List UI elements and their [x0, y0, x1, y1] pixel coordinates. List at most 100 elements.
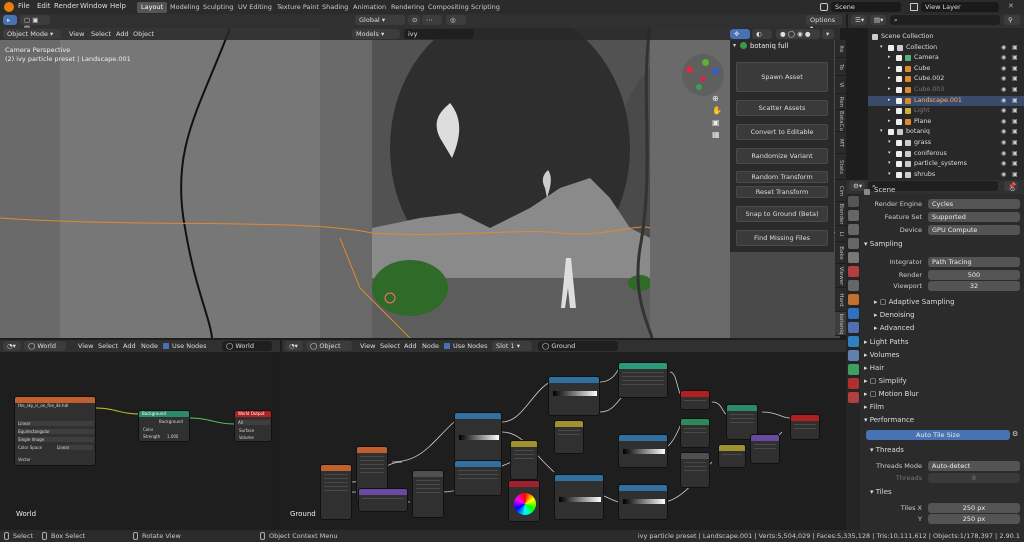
scene-icon[interactable] — [820, 3, 828, 11]
outliner-expand-icon[interactable]: ▸ — [888, 54, 891, 60]
outliner-row[interactable]: ▸ Landscape.001 ◉ ▣ — [868, 95, 1024, 106]
outliner-expand-icon[interactable]: ▾ — [888, 171, 891, 177]
texture-properties-icon[interactable] — [848, 392, 859, 403]
tab-uv-editing[interactable]: UV Editing — [234, 2, 276, 13]
outliner-checkbox[interactable] — [896, 171, 902, 178]
outliner-checkbox[interactable] — [896, 161, 902, 168]
device-dropdown[interactable]: GPU Compute — [928, 225, 1020, 235]
shader-node-grey-stack[interactable] — [412, 470, 444, 518]
outliner-row[interactable]: ▸ Cube.003 ◉ ▣ — [868, 85, 1024, 95]
outliner-row[interactable]: ▾ botaniq ◉ ▣ — [868, 127, 1024, 137]
pan-hand-icon[interactable]: ✋ — [712, 106, 722, 115]
auto-tile-size-button[interactable]: Auto Tile Size — [866, 430, 1010, 440]
shader-node-blue-ramp-2[interactable] — [454, 412, 502, 462]
outliner-expand-icon[interactable]: ▾ — [888, 139, 891, 145]
outliner-checkbox[interactable] — [896, 55, 902, 62]
render-camera-icon[interactable]: ▣ — [1012, 160, 1018, 167]
tab-layout[interactable]: Layout — [137, 2, 168, 13]
find-missing-files-button[interactable]: Find Missing Files — [736, 230, 828, 246]
eye-icon[interactable]: ◉ — [1001, 139, 1006, 146]
outliner-checkbox[interactable] — [896, 150, 902, 157]
environment-source-row[interactable]: Single Image — [18, 437, 94, 442]
outliner-display-mode-icon[interactable]: ▤▾ — [870, 15, 886, 25]
eye-icon[interactable]: ◉ — [1001, 86, 1006, 93]
object-menu-select[interactable]: Select — [380, 342, 400, 350]
auto-tile-settings-icon[interactable]: ⚙ — [1012, 430, 1018, 438]
object-shader-type-dropdown[interactable]: ◯ Object — [306, 341, 352, 351]
render-properties-icon[interactable] — [848, 210, 859, 221]
shader-node-grey-right[interactable] — [680, 452, 710, 488]
outliner-row[interactable]: ▸ Plane ◉ ▣ — [868, 117, 1024, 127]
outliner-expand-icon[interactable]: ▸ — [888, 118, 891, 124]
render-camera-icon[interactable]: ▣ — [1012, 128, 1018, 135]
viewport-menu-object[interactable]: Object — [133, 30, 154, 38]
constraint-properties-icon[interactable] — [848, 350, 859, 361]
physics-properties-icon[interactable] — [848, 336, 859, 347]
outliner-checkbox[interactable] — [896, 76, 902, 83]
world-output-node[interactable]: World Output All Surface Volume — [234, 410, 272, 442]
adaptive-sampling-section[interactable]: ▸ ▢ Adaptive Sampling — [874, 298, 1024, 310]
outliner-expand-icon[interactable]: ▸ — [888, 75, 891, 81]
viewport-menu-add[interactable]: Add — [116, 30, 129, 38]
outliner-row[interactable]: ▾ Collection ◉ ▣ — [868, 43, 1024, 53]
panel-collapse-icon[interactable]: ▾ — [733, 42, 736, 49]
eye-icon[interactable]: ◉ — [1001, 150, 1006, 157]
object-menu-view[interactable]: View — [360, 342, 375, 350]
viewport-samples-field[interactable]: 32 — [928, 281, 1020, 291]
tab-sculpting[interactable]: Sculpting — [199, 2, 237, 13]
proportional-edit-icon[interactable]: ◎ — [446, 15, 466, 25]
eye-icon[interactable]: ◉ — [1001, 75, 1006, 82]
background-node[interactable]: Background Background Color Strength 1.0… — [138, 410, 190, 442]
render-camera-icon[interactable]: ▣ — [1012, 44, 1018, 51]
world-shader-type-dropdown[interactable]: ◯ World — [24, 341, 66, 351]
scene-properties-icon[interactable] — [848, 252, 859, 263]
render-camera-icon[interactable]: ▣ — [1012, 97, 1018, 104]
environment-projection-row[interactable]: Linear — [18, 421, 94, 426]
select-mode-icons[interactable]: ▢ ▣ ▤ — [20, 15, 50, 32]
shader-node-purple-1[interactable] — [750, 434, 780, 464]
background-strength-value[interactable]: 1.000 — [167, 434, 178, 439]
advanced-section[interactable]: ▸ Advanced — [874, 324, 1024, 336]
tab-modeling[interactable]: Modeling — [166, 2, 204, 13]
eye-icon[interactable]: ◉ — [1001, 65, 1006, 72]
render-camera-icon[interactable]: ▣ — [1012, 65, 1018, 72]
eye-icon[interactable]: ◉ — [1001, 54, 1006, 61]
outliner-checkbox[interactable] — [896, 87, 902, 93]
viewport-menu-select[interactable]: Select — [91, 30, 111, 38]
perspective-toggle-icon[interactable]: ▦ — [712, 130, 720, 139]
outliner-row[interactable]: ▸ Cube.002 ◉ ▣ — [868, 74, 1024, 84]
gizmo-neg-x-axis[interactable] — [700, 76, 706, 82]
world-use-nodes-checkbox[interactable] — [163, 343, 169, 349]
shader-node-green-1[interactable] — [680, 418, 710, 448]
hair-section[interactable]: ▸ Hair — [864, 364, 1022, 376]
render-camera-icon[interactable]: ▣ — [1012, 171, 1018, 178]
outliner-expand-icon[interactable]: ▸ — [888, 107, 891, 113]
eye-icon[interactable]: ◉ — [1001, 128, 1006, 135]
eye-icon[interactable]: ◉ — [1001, 44, 1006, 51]
close-icon[interactable]: ✕ — [1008, 2, 1014, 10]
object-menu-node[interactable]: Node — [422, 342, 439, 350]
environment-texture-node[interactable]: the_sky_is_on_fire_4k.hdr Linear Equirec… — [14, 396, 96, 466]
output-properties-icon[interactable] — [848, 224, 859, 235]
outliner-row[interactable]: ▾ particle_systems ◉ ▣ — [868, 159, 1024, 169]
outliner-checkbox[interactable] — [888, 44, 894, 51]
3d-viewport[interactable]: Object Mode ▾ View Select Add Object Mod… — [0, 28, 840, 338]
asset-search-input[interactable]: ivy — [404, 29, 474, 39]
tab-texture-paint[interactable]: Texture Paint — [273, 2, 323, 13]
shader-node-yellow-1[interactable] — [510, 440, 538, 480]
tool-properties-icon[interactable] — [848, 196, 859, 207]
object-properties-icon[interactable] — [848, 294, 859, 305]
render-camera-icon[interactable]: ▣ — [1012, 107, 1018, 114]
render-camera-icon[interactable]: ▣ — [1012, 54, 1018, 61]
shader-node-blue-low[interactable] — [454, 460, 502, 496]
menu-help[interactable]: Help — [110, 2, 126, 10]
color-wheel-node[interactable] — [508, 480, 540, 522]
outliner-row[interactable]: ▾ shrubs ◉ ▣ — [868, 170, 1024, 180]
eye-icon[interactable]: ◉ — [1001, 118, 1006, 125]
tab-shading[interactable]: Shading — [318, 2, 352, 13]
shader-node-yellow-2[interactable] — [554, 420, 584, 454]
render-camera-icon[interactable]: ▣ — [1012, 139, 1018, 146]
gizmo-toggle-icon[interactable]: ✥ — [730, 29, 750, 39]
outliner-expand-icon[interactable]: ▾ — [880, 128, 883, 134]
render-camera-icon[interactable]: ▣ — [1012, 75, 1018, 82]
